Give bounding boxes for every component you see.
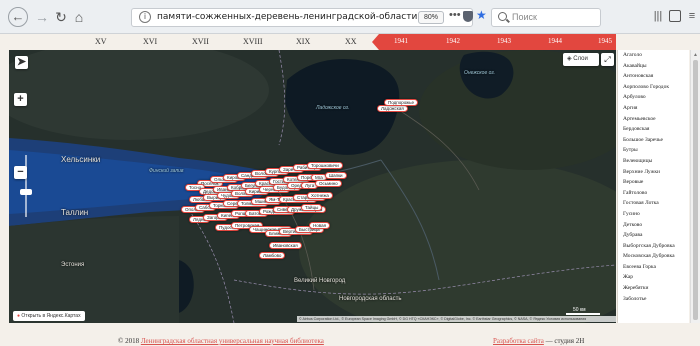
forward-arrow-icon[interactable]: →	[33, 8, 51, 26]
year-1941[interactable]: 1941	[394, 37, 408, 45]
search-placeholder: Поиск	[512, 12, 537, 22]
village-marker[interactable]: Ивановская	[269, 242, 302, 249]
search-bar[interactable]: Поиск	[491, 8, 601, 27]
layers-button[interactable]: ◈ Слои	[563, 53, 599, 66]
century-xx[interactable]: XX	[345, 37, 357, 46]
village-marker[interactable]: Ладожская	[377, 105, 408, 112]
village-list-item[interactable]: Детково	[618, 220, 689, 231]
region-label-novgorod: Новгородская область	[339, 296, 402, 302]
village-list-item[interactable]: Антоновская	[618, 71, 689, 82]
bookmark-star-icon[interactable]: ★	[476, 8, 487, 22]
village-list-item[interactable]: Агаголо	[618, 50, 689, 61]
village-list-item[interactable]: Бердовская	[618, 124, 689, 135]
village-list-item[interactable]: Гайтолово	[618, 188, 689, 199]
search-icon	[498, 12, 507, 21]
village-list-item[interactable]: Аорполово Городок	[618, 82, 689, 93]
village-list-item[interactable]: Жар	[618, 272, 689, 283]
scroll-thumb[interactable]	[693, 60, 698, 320]
zoom-badge[interactable]: 80%	[418, 11, 445, 24]
reload-icon[interactable]: ↻	[52, 8, 70, 26]
village-list[interactable]: Агаголо Акавайцы Антоновская Аорполово Горо…	[617, 50, 689, 323]
page-actions-icon[interactable]: •••	[449, 9, 461, 21]
village-marker[interactable]: Торошковичи	[307, 162, 343, 169]
map-copyright: © Airbus Corporation Ltd., © European Sp…	[297, 316, 616, 322]
village-list-item[interactable]: Большое Заречье	[618, 135, 689, 146]
city-label-helsinki: Хельсинки	[61, 155, 101, 164]
home-icon[interactable]: ⌂	[70, 8, 88, 26]
open-in-yandex-link[interactable]: ● Открыть в Яндекс.Картах	[13, 311, 85, 321]
year-1943[interactable]: 1943	[497, 37, 511, 45]
site-info-icon[interactable]: i	[139, 11, 151, 23]
pocket-icon[interactable]	[463, 11, 473, 22]
village-marker[interactable]: Хотнежа	[307, 192, 333, 199]
century-xix[interactable]: XIX	[296, 37, 310, 46]
library-link[interactable]: Ленинградская областная универсальная на…	[141, 337, 324, 345]
back-arrow-icon[interactable]: ←	[8, 7, 28, 27]
village-list-items: Агаголо Акавайцы Антоновская Аорполово Горо…	[618, 50, 689, 304]
village-list-item[interactable]: Арбулово	[618, 92, 689, 103]
scroll-up-arrow-icon[interactable]: ▲	[693, 52, 698, 58]
village-list-item[interactable]: Гостовая Лотка	[618, 198, 689, 209]
zoom-slider-track[interactable]	[25, 155, 27, 217]
village-marker[interactable]: Шапки	[325, 172, 347, 179]
year-1942[interactable]: 1942	[446, 37, 460, 45]
fullscreen-icon[interactable]: ⤢	[601, 53, 614, 66]
city-label-veliky-novgorod: Великий Новгород	[294, 278, 346, 284]
village-list-item[interactable]: Велеющицы	[618, 156, 689, 167]
village-marker[interactable]: Тайцы	[301, 204, 323, 211]
village-marker[interactable]: Ламбово	[259, 252, 286, 259]
zoom-in-button[interactable]: +	[14, 93, 27, 106]
studio-name: — студия 2Н	[543, 337, 585, 345]
century-xviii[interactable]: XVIII	[243, 37, 263, 46]
page-footer	[0, 323, 700, 346]
gulf-label-finland: Финский залив	[149, 168, 184, 174]
country-label-estonia: Эстония	[61, 262, 85, 268]
url-text: памяти-сожженных-деревень-ленинградской-…	[157, 12, 434, 22]
browser-toolbar: ← → ↻ ⌂ i памяти-сожженных-деревень-лени…	[0, 0, 700, 34]
map-scale-bar	[566, 313, 600, 315]
village-list-item[interactable]: Верхние Лужки	[618, 167, 689, 178]
year-1945[interactable]: 1945	[598, 37, 612, 45]
village-list-item[interactable]: Заболотье	[618, 294, 689, 305]
sidebar-toggle-icon[interactable]	[669, 10, 681, 22]
lake-label-onega: Онежское оз.	[464, 70, 496, 76]
village-list-item[interactable]: Жеребятки	[618, 283, 689, 294]
village-list-item[interactable]: Евсеева Горка	[618, 262, 689, 273]
village-marker[interactable]: Подпорожье	[384, 99, 419, 106]
village-list-item[interactable]: Артемьевское	[618, 114, 689, 125]
footer-copyright: © 2018 Ленинградская областная универсал…	[118, 337, 324, 345]
village-list-item[interactable]: Аргия	[618, 103, 689, 114]
village-list-item[interactable]: Веровые	[618, 177, 689, 188]
open-in-yandex-text: Открыть в Яндекс.Картах	[21, 313, 81, 319]
village-list-item[interactable]: Акавайцы	[618, 61, 689, 72]
village-list-scrollbar[interactable]: ▲	[690, 50, 700, 323]
satellite-map[interactable]: Хельсинки Таллин Великий Новгород Ладожс…	[9, 50, 616, 323]
city-label-tallinn: Таллин	[61, 208, 89, 217]
library-icon[interactable]: |||	[652, 10, 664, 22]
village-list-item[interactable]: Московская Дубровка	[618, 251, 689, 262]
century-xvii[interactable]: XVII	[192, 37, 209, 46]
lake-label-ladoga: Ладожское оз.	[316, 105, 350, 111]
village-list-item[interactable]: Гусино	[618, 209, 689, 220]
village-list-item[interactable]: Выборгская Дубровка	[618, 241, 689, 252]
zoom-slider-thumb[interactable]	[20, 189, 32, 195]
footer-copyright-prefix: © 2018	[118, 337, 141, 345]
zoom-out-button[interactable]: −	[14, 166, 27, 179]
layers-label: Слои	[573, 56, 588, 62]
century-xvi[interactable]: XVI	[143, 37, 157, 46]
village-marker[interactable]: Осьмино	[315, 180, 342, 187]
century-xv[interactable]: XV	[95, 37, 107, 46]
developer-link[interactable]: Разработка сайта	[493, 337, 544, 345]
village-list-item[interactable]: Дубрава	[618, 230, 689, 241]
year-1944[interactable]: 1944	[548, 37, 562, 45]
village-marker[interactable]: Новая	[309, 222, 331, 229]
hamburger-menu-icon[interactable]: ≡	[686, 10, 698, 22]
footer-credits: Разработка сайта — студия 2Н	[493, 337, 584, 345]
village-list-item[interactable]: Бутры	[618, 145, 689, 156]
locate-arrow-icon[interactable]: ➤	[15, 56, 28, 69]
